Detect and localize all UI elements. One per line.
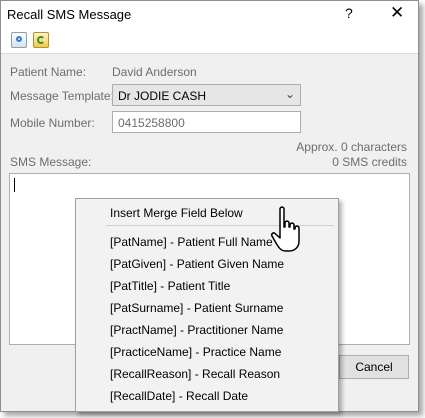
sms-message-label: SMS Message: [10,155,92,169]
title-bar: Recall SMS Message ? ✕ [1,1,418,29]
text-caret [14,178,15,192]
menu-header-insert-merge-field: Insert Merge Field Below [110,206,243,220]
menu-item-recalldate[interactable]: [RecallDate] - Recall Date [110,389,248,403]
hand-pointer-icon [271,206,300,252]
search-report-icon[interactable] [11,32,27,48]
message-template-value: Dr JODIE CASH [118,89,207,103]
chevron-down-icon: ⌄ [284,87,295,101]
mobile-number-field[interactable]: 0415258800 [112,111,301,133]
message-template-label: Message Template: [10,89,114,103]
refresh-icon[interactable] [33,32,49,48]
menu-item-practicename[interactable]: [PracticeName] - Practice Name [110,345,281,359]
menu-item-recallreason[interactable]: [RecallReason] - Recall Reason [110,367,280,381]
menu-item-patname[interactable]: [PatName] - Patient Full Name [110,235,273,249]
menu-item-practname[interactable]: [PractName] - Practitioner Name [110,323,283,337]
patient-name-value: David Anderson [112,65,197,79]
window-title: Recall SMS Message [7,7,132,22]
patient-name-label: Patient Name: [10,65,87,79]
menu-item-pattitle[interactable]: [PatTitle] - Patient Title [110,279,230,293]
approx-characters: Approx. 0 characters [296,140,407,154]
toolbar [1,29,418,54]
cancel-button[interactable]: Cancel [339,355,409,379]
sms-credits: 0 SMS credits [332,155,407,169]
close-button[interactable]: ✕ [390,3,404,23]
menu-item-patsurname[interactable]: [PatSurname] - Patient Surname [110,301,283,315]
help-button[interactable]: ? [345,5,353,21]
message-template-select[interactable]: Dr JODIE CASH ⌄ [112,84,301,106]
mobile-number-label: Mobile Number: [10,116,95,130]
menu-item-patgiven[interactable]: [PatGiven] - Patient Given Name [110,257,284,271]
